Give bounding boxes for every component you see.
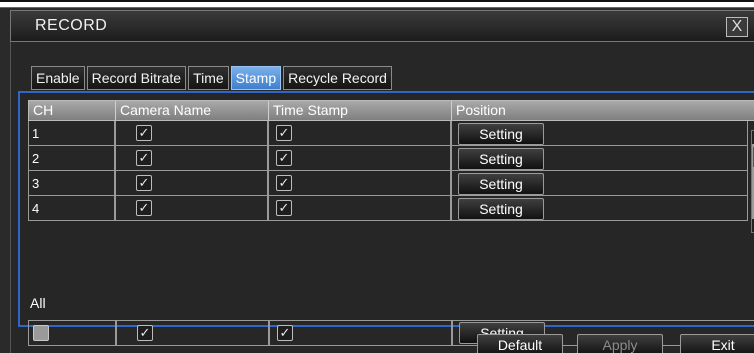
default-button[interactable]: Default (477, 334, 563, 353)
ch-cell: 1 (28, 121, 115, 146)
camera-name-cell: ✓ (115, 146, 268, 171)
exit-button[interactable]: Exit (680, 334, 754, 353)
close-button[interactable]: X (726, 17, 748, 37)
camera-name-cell: ✓ (115, 196, 268, 221)
column-header-time-stamp: Time Stamp (269, 101, 452, 120)
ch-cell: 3 (28, 171, 115, 196)
time-stamp-cell: ✓ (268, 196, 451, 221)
position-setting-button[interactable]: Setting (458, 173, 544, 195)
all-label: All (30, 295, 46, 311)
time-stamp-checkbox[interactable]: ✓ (276, 125, 292, 141)
position-setting-button[interactable]: Setting (458, 123, 544, 145)
apply-button[interactable]: Apply (577, 334, 663, 353)
table-header: CH Camera Name Time Stamp Position (28, 100, 754, 121)
camera-name-checkbox[interactable]: ✓ (136, 175, 152, 191)
ch-cell: 2 (28, 146, 115, 171)
time-stamp-cell: ✓ (268, 146, 451, 171)
position-setting-button[interactable]: Setting (458, 198, 544, 220)
tab-recycle-record[interactable]: Recycle Record (283, 66, 392, 90)
table-row: 3 ✓ ✓ Setting (28, 171, 748, 196)
channel-number: 2 (32, 151, 40, 166)
camera-name-checkbox[interactable]: ✓ (136, 200, 152, 216)
camera-name-cell: ✓ (115, 171, 268, 196)
close-icon: X (731, 18, 743, 35)
time-stamp-cell: ✓ (268, 171, 451, 196)
all-time-stamp-cell: ✓ (269, 321, 452, 345)
time-stamp-checkbox[interactable]: ✓ (276, 200, 292, 216)
ch-cell: 4 (28, 196, 115, 221)
top-edge (0, 2, 754, 8)
camera-name-checkbox[interactable]: ✓ (136, 125, 152, 141)
channel-number: 4 (32, 201, 40, 216)
position-setting-button[interactable]: Setting (458, 148, 544, 170)
table-row: 1 ✓ ✓ Setting (28, 121, 748, 146)
camera-name-checkbox[interactable]: ✓ (136, 150, 152, 166)
dialog-body: Enable Record Bitrate Time Stamp Recycle… (10, 42, 754, 353)
channel-number: 3 (32, 176, 40, 191)
position-cell: Setting (451, 121, 748, 146)
tab-bar: Enable Record Bitrate Time Stamp Recycle… (31, 66, 394, 90)
window-title: RECORD (35, 17, 108, 34)
all-ch-cell (29, 321, 116, 345)
column-header-camera-name: Camera Name (116, 101, 269, 120)
all-time-stamp-checkbox[interactable]: ✓ (277, 325, 293, 341)
time-stamp-checkbox[interactable]: ✓ (276, 175, 292, 191)
all-camera-name-checkbox[interactable]: ✓ (137, 325, 153, 341)
tab-stamp[interactable]: Stamp (230, 66, 282, 90)
all-channels-checkbox[interactable] (33, 325, 49, 341)
position-cell: Setting (451, 196, 748, 221)
column-header-position: Position (456, 102, 506, 118)
tab-record-bitrate[interactable]: Record Bitrate (86, 66, 187, 90)
table-row: 2 ✓ ✓ Setting (28, 146, 748, 171)
time-stamp-checkbox[interactable]: ✓ (276, 150, 292, 166)
stamp-panel: CH Camera Name Time Stamp Position 1 ✓ ✓… (18, 91, 754, 346)
channel-number: 1 (32, 126, 40, 141)
position-cell: Setting (451, 146, 748, 171)
title-bar: RECORD X (10, 10, 754, 42)
tab-time[interactable]: Time (188, 66, 229, 90)
position-cell: Setting (451, 171, 748, 196)
record-window: RECORD X Enable Record Bitrate Time Stam… (0, 0, 754, 353)
time-stamp-cell: ✓ (268, 121, 451, 146)
tab-enable[interactable]: Enable (31, 66, 85, 90)
all-camera-name-cell: ✓ (116, 321, 269, 345)
table-row: 4 ✓ ✓ Setting (28, 196, 748, 221)
camera-name-cell: ✓ (115, 121, 268, 146)
column-header-ch: CH (29, 101, 116, 120)
